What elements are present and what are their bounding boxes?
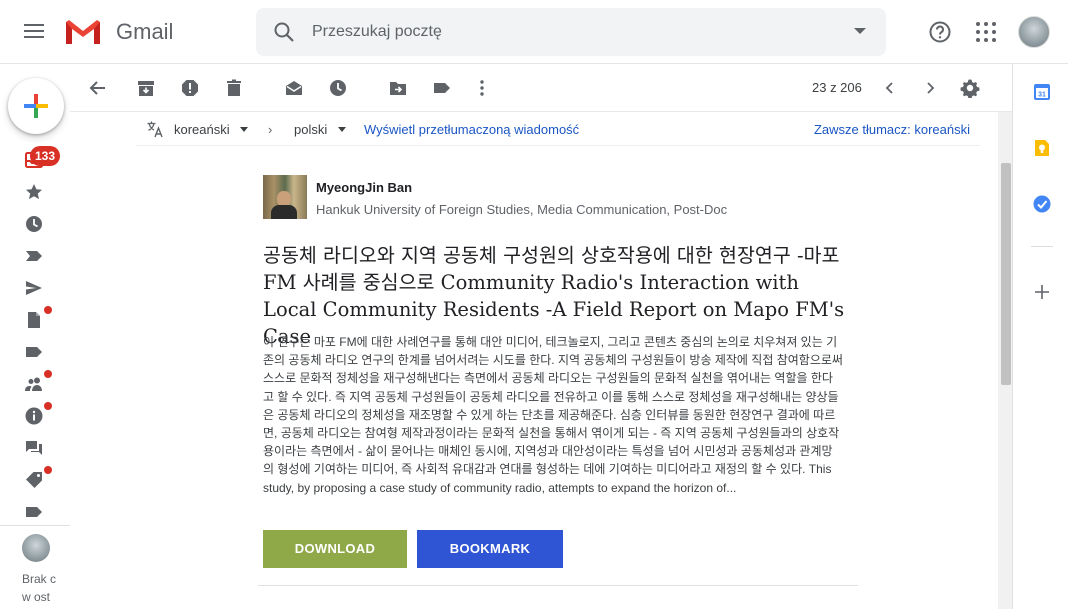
calendar-icon[interactable]: 31 <box>1032 82 1052 102</box>
rail-divider <box>0 525 70 526</box>
download-button[interactable]: DOWNLOAD <box>263 530 407 568</box>
search-input[interactable] <box>312 18 832 46</box>
mark-unread-icon[interactable] <box>284 78 304 98</box>
side-panel-divider <box>1031 246 1053 247</box>
newer-chevron-icon[interactable] <box>882 80 898 96</box>
search-options-icon[interactable] <box>854 28 866 34</box>
back-arrow-icon[interactable] <box>88 78 108 98</box>
compose-plus-icon <box>24 94 48 118</box>
message-page-count: 23 z 206 <box>812 80 862 95</box>
keep-icon[interactable] <box>1032 138 1052 158</box>
labels-icon[interactable] <box>432 78 452 98</box>
label-icon[interactable] <box>24 342 46 364</box>
social-icon[interactable] <box>24 370 52 396</box>
author-photo <box>263 175 307 219</box>
starred-icon[interactable] <box>24 182 46 204</box>
label-icon-2[interactable] <box>24 502 46 524</box>
more-options-icon[interactable] <box>472 78 492 98</box>
sent-icon[interactable] <box>24 278 46 300</box>
tasks-icon[interactable] <box>1032 194 1052 214</box>
target-language-chevron-icon[interactable] <box>338 127 346 132</box>
svg-text:31: 31 <box>1038 92 1046 99</box>
hangouts-status-text: Brak c <box>22 572 57 586</box>
drafts-icon[interactable] <box>24 306 52 332</box>
settings-gear-icon[interactable] <box>960 78 980 99</box>
delete-icon[interactable] <box>224 78 244 98</box>
view-translated-link[interactable]: Wyświetl przetłumaczoną wiadomość <box>364 122 579 137</box>
hangouts-status-text-2: w ost <box>22 590 51 604</box>
drafts-notification-dot <box>44 306 52 314</box>
top-header: Gmail <box>0 0 1068 64</box>
side-panel: 31 <box>1012 64 1068 609</box>
source-language-select[interactable]: koreański <box>174 122 230 137</box>
compose-button[interactable] <box>8 78 64 134</box>
scrollbar-thumb[interactable] <box>1001 163 1011 385</box>
archive-icon[interactable] <box>136 78 156 98</box>
search-icon[interactable] <box>272 20 296 44</box>
important-icon[interactable] <box>24 246 46 268</box>
content-divider <box>258 585 858 586</box>
move-to-icon[interactable] <box>388 78 408 98</box>
bookmark-button[interactable]: BOOKMARK <box>417 530 563 568</box>
updates-notification-dot <box>44 402 52 410</box>
apps-grid-icon[interactable] <box>976 22 996 42</box>
gmail-logo[interactable]: Gmail <box>64 16 173 48</box>
snooze-icon[interactable] <box>328 78 348 98</box>
snoozed-icon[interactable] <box>24 214 46 236</box>
target-language-select[interactable]: polski <box>294 122 327 137</box>
forums-icon[interactable] <box>24 438 46 460</box>
message-toolbar: 23 z 206 <box>70 64 1012 112</box>
account-avatar[interactable] <box>1018 16 1050 48</box>
always-translate-link[interactable]: Zawsze tłumacz: koreański <box>814 122 970 137</box>
translation-bar: koreański › polski Wyświetl przetłumaczo… <box>136 112 980 146</box>
add-addon-icon[interactable] <box>1032 282 1052 302</box>
help-icon[interactable] <box>928 20 952 44</box>
paper-abstract: 이 연구는 마포 FM에 대한 사례연구를 통해 대안 미디어, 테크놀로지, … <box>263 335 843 495</box>
source-language-chevron-icon[interactable] <box>240 127 248 132</box>
report-spam-icon[interactable] <box>180 78 200 98</box>
inbox-count-badge: 133 <box>30 146 61 166</box>
social-notification-dot <box>44 370 52 378</box>
author-affiliation: Hankuk University of Foreign Studies, Me… <box>316 202 728 217</box>
search-bar[interactable] <box>256 8 886 56</box>
hangouts-avatar[interactable] <box>22 534 50 562</box>
promotions-icon[interactable] <box>24 466 52 492</box>
updates-icon[interactable] <box>24 402 52 428</box>
gmail-m-icon <box>66 20 100 44</box>
older-chevron-icon[interactable] <box>922 80 938 96</box>
translation-arrow: › <box>268 122 273 137</box>
promotions-notification-dot <box>44 466 52 474</box>
main-menu-icon[interactable] <box>20 20 48 44</box>
gmail-wordmark: Gmail <box>116 19 174 44</box>
translate-icon <box>147 121 163 138</box>
author-name: MyeongJin Ban <box>316 180 413 195</box>
